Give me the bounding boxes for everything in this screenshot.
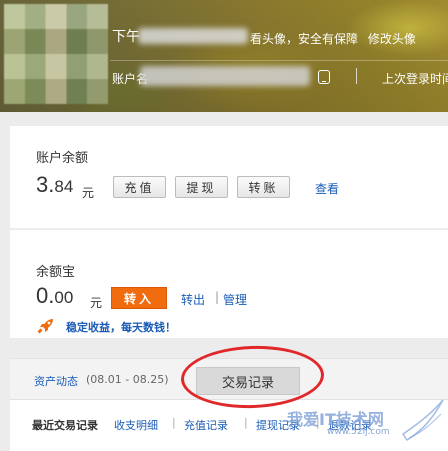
records-tab-strip: 资产动态 (08.01 - 08.25) 交易记录: [10, 358, 448, 400]
redacted-account: [140, 66, 310, 86]
transfer-in-button[interactable]: 转入: [111, 287, 167, 309]
yuebao-amount: 0.00: [36, 283, 73, 309]
yuebao-amount-dec: 00: [54, 288, 74, 307]
avatar-tip-text: 看头像，安全有保障: [250, 32, 359, 46]
yuebao-unit: 元: [90, 296, 103, 310]
balance-title: 账户余额: [36, 151, 89, 166]
withdraw-button[interactable]: 提现: [175, 176, 228, 198]
nav-separator: |: [244, 416, 248, 429]
yuebao-title: 余额宝: [36, 265, 76, 280]
nav-income-details[interactable]: 收支明细: [114, 417, 158, 433]
nav-separator: |: [316, 416, 320, 429]
nav-recent-transactions[interactable]: 最近交易记录: [32, 417, 98, 433]
assets-date-range: (08.01 - 08.25): [86, 373, 169, 386]
header-divider: [110, 60, 448, 61]
yuebao-promo[interactable]: 稳定收益，每天数钱！: [66, 319, 176, 335]
manage-link[interactable]: 管理: [223, 291, 247, 308]
last-login-text: 上次登录时间: [382, 72, 448, 86]
tab-transactions[interactable]: 交易记录: [196, 367, 300, 395]
balance-unit: 元: [82, 186, 95, 200]
nav-withdraw-records[interactable]: 提现记录: [256, 417, 300, 433]
nav-separator: |: [172, 416, 176, 429]
header-vertical-divider: [356, 68, 357, 84]
phone-icon[interactable]: [318, 70, 330, 84]
records-nav: 最近交易记录 收支明细 | 充值记录 | 提现记录 | 退款记录: [10, 400, 448, 451]
transfer-out-link[interactable]: 转出: [181, 291, 205, 308]
rocket-icon: [37, 319, 53, 334]
yuebao-amount-int: 0.: [36, 283, 55, 308]
balance-card: 账户余额 3.84 元 充值 提现 转账 查看: [10, 126, 448, 228]
modify-avatar-link[interactable]: 修改头像: [368, 32, 416, 46]
tab-assets[interactable]: 资产动态: [34, 373, 78, 389]
balance-amount: 3.84: [36, 172, 73, 198]
yuebao-card: 余额宝 0.00 元 转入 转出 | 管理 稳定收益，每天数钱！: [10, 230, 448, 338]
avatar-tip: 看头像，安全有保障 修改头像: [250, 30, 416, 47]
balance-amount-dec: 84: [54, 177, 74, 196]
balance-amount-int: 3.: [36, 172, 55, 197]
view-balance-link[interactable]: 查看: [315, 180, 339, 197]
nav-refund-records[interactable]: 退款记录: [328, 417, 372, 433]
nav-recharge-records[interactable]: 充值记录: [184, 417, 228, 433]
transfer-button[interactable]: 转账: [237, 176, 290, 198]
redacted-username: [138, 28, 248, 44]
avatar[interactable]: [4, 4, 108, 104]
header-banner: 下午 看头像，安全有保障 修改头像 账户名 上次登录时间: [0, 0, 448, 112]
recharge-button[interactable]: 充值: [113, 176, 166, 198]
greeting-text: 下午: [112, 29, 140, 45]
link-separator: |: [215, 290, 220, 304]
